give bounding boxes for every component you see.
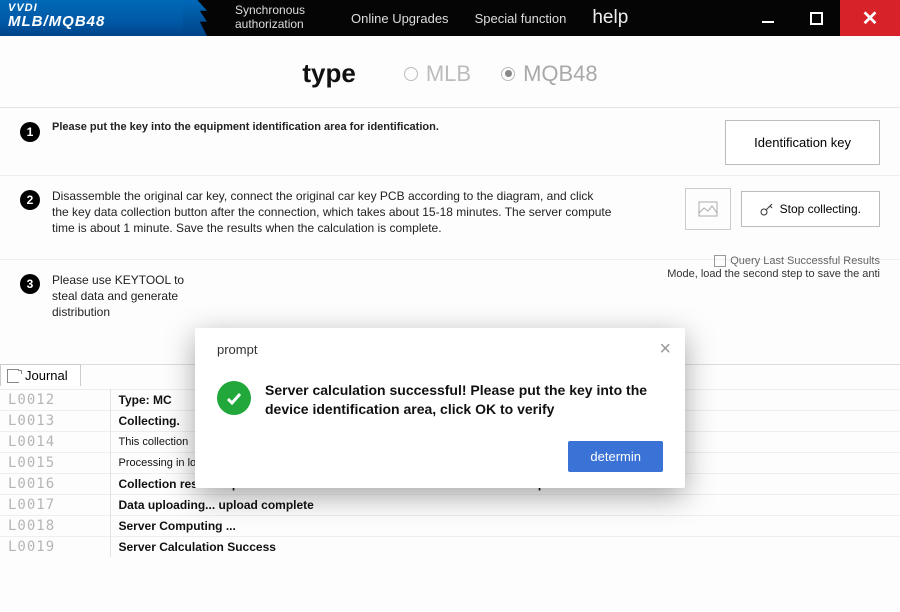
step-1-text: Please put the key into the equipment id… — [52, 120, 439, 135]
window-controls: ✕ — [744, 0, 900, 36]
menu-sync-auth[interactable]: Synchronous authorization — [235, 4, 325, 32]
identification-key-button[interactable]: Identification key — [725, 120, 880, 165]
minimize-icon — [760, 10, 776, 26]
document-icon — [7, 369, 19, 383]
minimize-button[interactable] — [744, 0, 792, 36]
success-icon — [217, 381, 251, 415]
step-number: 2 — [20, 190, 40, 210]
dialog-close-button[interactable]: × — [659, 338, 671, 361]
diagram-button[interactable] — [685, 188, 731, 230]
journal-row-id: L0014 — [0, 431, 110, 452]
stop-collecting-label: Stop collecting. — [780, 202, 861, 216]
app-logo: VVDI MLB/MQB48 — [0, 0, 195, 36]
journal-row-msg: Server Computing ... — [110, 515, 900, 536]
step-number: 1 — [20, 122, 40, 142]
journal-row-id: L0013 — [0, 410, 110, 431]
radio-icon — [404, 67, 418, 81]
close-button[interactable]: ✕ — [840, 0, 900, 36]
stop-collecting-button[interactable]: Stop collecting. — [741, 191, 880, 227]
journal-row-id: L0017 — [0, 494, 110, 515]
menu-help[interactable]: help — [592, 7, 628, 29]
type-option-mlb-label: MLB — [426, 61, 471, 87]
step-1: 1 Please put the key into the equipment … — [0, 108, 900, 176]
menu-special-function[interactable]: Special function — [475, 11, 567, 26]
key-icon — [760, 202, 774, 216]
step-2-text: Disassemble the original car key, connec… — [52, 188, 612, 237]
step-3-text: Please use KEYTOOL to steal data and gen… — [52, 272, 212, 321]
dialog-message: Server calculation successful! Please pu… — [265, 381, 663, 419]
step-3: 3 Please use KEYTOOL to steal data and g… — [0, 260, 900, 331]
journal-row: L0017Data uploading... upload complete — [0, 494, 900, 515]
maximize-icon — [809, 11, 824, 26]
dialog-title: prompt — [217, 342, 663, 357]
type-option-mlb[interactable]: MLB — [404, 61, 471, 87]
journal-row-id: L0012 — [0, 389, 110, 410]
title-bar: VVDI MLB/MQB48 Synchronous authorization… — [0, 0, 900, 36]
type-option-mqb48[interactable]: MQB48 — [501, 61, 598, 87]
journal-tab-label: Journal — [25, 368, 68, 383]
radio-icon — [501, 67, 515, 81]
journal-row-msg: Data uploading... upload complete — [110, 494, 900, 515]
type-label: type — [302, 58, 355, 89]
step-number: 3 — [20, 274, 40, 294]
type-option-mqb48-label: MQB48 — [523, 61, 598, 87]
journal-row: L0018Server Computing ... — [0, 515, 900, 536]
journal-row-msg: Server Calculation Success — [110, 536, 900, 557]
journal-row-id: L0018 — [0, 515, 110, 536]
close-icon: ✕ — [862, 6, 879, 31]
journal-row-id: L0015 — [0, 452, 110, 473]
dialog-ok-button[interactable]: determin — [568, 441, 663, 472]
journal-tab[interactable]: Journal — [0, 364, 81, 386]
journal-row-id: L0016 — [0, 473, 110, 494]
image-icon — [698, 201, 718, 217]
journal-row-id: L0019 — [0, 536, 110, 557]
menu-bar: Synchronous authorization Online Upgrade… — [195, 0, 628, 36]
step-2: 2 Disassemble the original car key, conn… — [0, 176, 900, 260]
product-text: MLB/MQB48 — [8, 14, 187, 31]
prompt-dialog: prompt × Server calculation successful! … — [195, 328, 685, 488]
menu-online-upgrades[interactable]: Online Upgrades — [351, 11, 449, 26]
journal-row: L0019Server Calculation Success — [0, 536, 900, 557]
step-3-extra-text: Mode, load the second step to save the a… — [667, 268, 880, 280]
maximize-button[interactable] — [792, 0, 840, 36]
type-selector: type MLB MQB48 — [0, 36, 900, 108]
